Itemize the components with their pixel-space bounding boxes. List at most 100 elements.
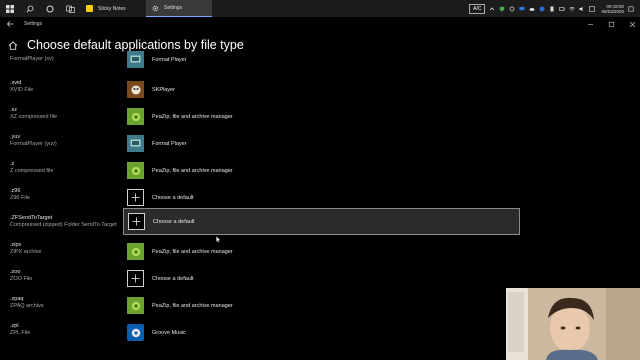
file-type-description: ZIPX archive xyxy=(10,249,42,255)
file-type: .zoo ZOO File xyxy=(10,269,32,283)
sync-icon[interactable] xyxy=(509,6,515,12)
language-icon[interactable] xyxy=(589,5,596,12)
webcam-overlay xyxy=(506,288,640,360)
default-app-button[interactable]: PeaZip, file and archive manager xyxy=(123,103,520,130)
file-type-description: ZPL File xyxy=(10,330,31,336)
window-title: Settings xyxy=(24,21,43,27)
back-button[interactable] xyxy=(0,21,20,27)
chevron-up-icon[interactable] xyxy=(489,6,495,12)
notifications-icon[interactable] xyxy=(628,6,634,12)
file-type-description: FormatPlayer (yuv) xyxy=(10,141,57,147)
peazip-icon xyxy=(127,162,144,179)
file-extension: .zpaq xyxy=(10,296,24,302)
window-controls xyxy=(587,17,636,31)
choose-default-button[interactable]: Choose a default xyxy=(123,208,520,235)
volume-icon[interactable] xyxy=(579,6,585,12)
cloud-icon[interactable] xyxy=(529,6,535,12)
default-app-button[interactable]: Groove Music xyxy=(123,319,520,346)
plus-icon xyxy=(128,213,145,230)
file-extension: .ZFSendToTarget xyxy=(10,215,53,221)
shield-icon[interactable] xyxy=(499,6,505,12)
search-button[interactable] xyxy=(20,0,40,17)
battery-icon[interactable] xyxy=(559,6,566,12)
taskbar-app-label: Sticky Notes xyxy=(98,5,126,12)
minimize-icon[interactable] xyxy=(587,21,594,28)
file-type: .zipx ZIPX archive xyxy=(10,242,41,256)
file-type-description: Compressed (zipped) Folder SendTo Target xyxy=(10,222,117,228)
peazip-icon xyxy=(127,243,144,260)
peazip-icon xyxy=(127,108,144,125)
file-type: .z96 Z96 File xyxy=(10,188,30,202)
clock-date: 09/03/2020 xyxy=(601,8,624,14)
format-player-icon xyxy=(127,135,144,152)
file-type: .yuv FormatPlayer (yuv) xyxy=(10,134,57,148)
taskbar: Sticky Notes Settings A/C 09:18:50 09/03… xyxy=(0,0,640,17)
keyboard-layout-indicator[interactable]: A/C xyxy=(469,3,486,14)
plus-icon xyxy=(127,270,144,287)
file-extension: .zoo xyxy=(10,269,21,275)
default-app-button[interactable]: Format Player xyxy=(123,46,520,73)
choose-default-button[interactable]: Choose a default xyxy=(123,265,520,292)
network-icon[interactable] xyxy=(519,6,525,12)
start-button[interactable] xyxy=(0,0,20,17)
file-extension: .xz xyxy=(10,107,18,113)
plus-icon xyxy=(127,189,144,206)
groove-music-icon xyxy=(127,324,144,341)
peazip-icon xyxy=(127,297,144,314)
file-type: .xvid XVID File xyxy=(10,80,33,94)
home-icon[interactable] xyxy=(8,40,18,50)
file-type-description: FormatPlayer (xv) xyxy=(10,56,54,62)
default-app-label: Groove Music xyxy=(152,329,186,336)
default-app-label: PeaZip, file and archive manager xyxy=(152,248,233,255)
wifi-icon[interactable] xyxy=(569,6,576,12)
file-type: .xz XZ compressed file xyxy=(10,107,57,121)
format-player-icon xyxy=(127,51,144,68)
cortana-button[interactable] xyxy=(40,0,60,17)
clock[interactable]: 09:18:50 09/03/2020 xyxy=(601,4,624,14)
default-app-button[interactable]: PeaZip, file and archive manager xyxy=(123,238,520,265)
skplayer-icon xyxy=(127,81,144,98)
taskbar-app-label: Settings xyxy=(164,5,183,11)
file-type-description: ZOO File xyxy=(10,276,33,282)
windows-icon xyxy=(6,4,14,13)
task-view-button[interactable] xyxy=(60,0,80,17)
maximize-icon[interactable] xyxy=(608,21,615,28)
taskbar-app-sticky-notes[interactable]: Sticky Notes xyxy=(80,0,146,17)
usb-icon[interactable] xyxy=(549,6,555,12)
default-app-label: Choose a default xyxy=(152,275,194,282)
file-extension: .yuv xyxy=(10,134,21,140)
file-type: .zpl ZPL File xyxy=(10,323,30,337)
default-app-button[interactable]: Format Player xyxy=(123,130,520,157)
choose-default-button[interactable]: Choose a default xyxy=(123,184,520,211)
default-app-label: PeaZip, file and archive manager xyxy=(152,167,233,174)
file-type: .ZFSendToTarget Compressed (zipped) Fold… xyxy=(10,215,117,229)
default-app-label: Format Player xyxy=(152,140,187,147)
window-titlebar: Settings xyxy=(0,17,640,31)
default-app-label: PeaZip, file and archive manager xyxy=(152,113,233,120)
bluetooth-icon[interactable] xyxy=(539,6,545,12)
default-app-label: SKPlayer xyxy=(152,86,175,93)
system-tray: A/C 09:18:50 09/03/2020 xyxy=(469,0,640,17)
default-app-button[interactable]: SKPlayer xyxy=(123,76,520,103)
webcam-person-image xyxy=(506,288,640,360)
file-extension: .z96 xyxy=(10,188,21,194)
file-type-description: Z compressed file xyxy=(10,168,54,174)
file-type-description: ZPAQ archive xyxy=(10,303,44,309)
file-extension: .zpl xyxy=(10,323,19,329)
mouse-cursor-icon xyxy=(216,236,221,243)
default-app-label: Choose a default xyxy=(152,194,194,201)
file-extension: .z xyxy=(10,161,15,167)
default-app-label: PeaZip, file and archive manager xyxy=(152,302,233,309)
taskbar-app-settings[interactable]: Settings xyxy=(146,0,212,17)
default-app-button[interactable]: PeaZip, file and archive manager xyxy=(123,292,520,319)
file-extension: .zipx xyxy=(10,242,22,248)
cortana-icon xyxy=(46,5,54,12)
default-app-label: Format Player xyxy=(152,56,187,63)
file-type-description: XZ compressed file xyxy=(10,114,58,120)
default-app-button[interactable]: PeaZip, file and archive manager xyxy=(123,157,520,184)
file-type: .zpaq ZPAQ archive xyxy=(10,296,44,310)
file-type: .z Z compressed file xyxy=(10,161,53,175)
close-icon[interactable] xyxy=(629,21,636,28)
default-app-label: Choose a default xyxy=(153,218,195,225)
file-type: FormatPlayer (xv) xyxy=(10,56,54,63)
